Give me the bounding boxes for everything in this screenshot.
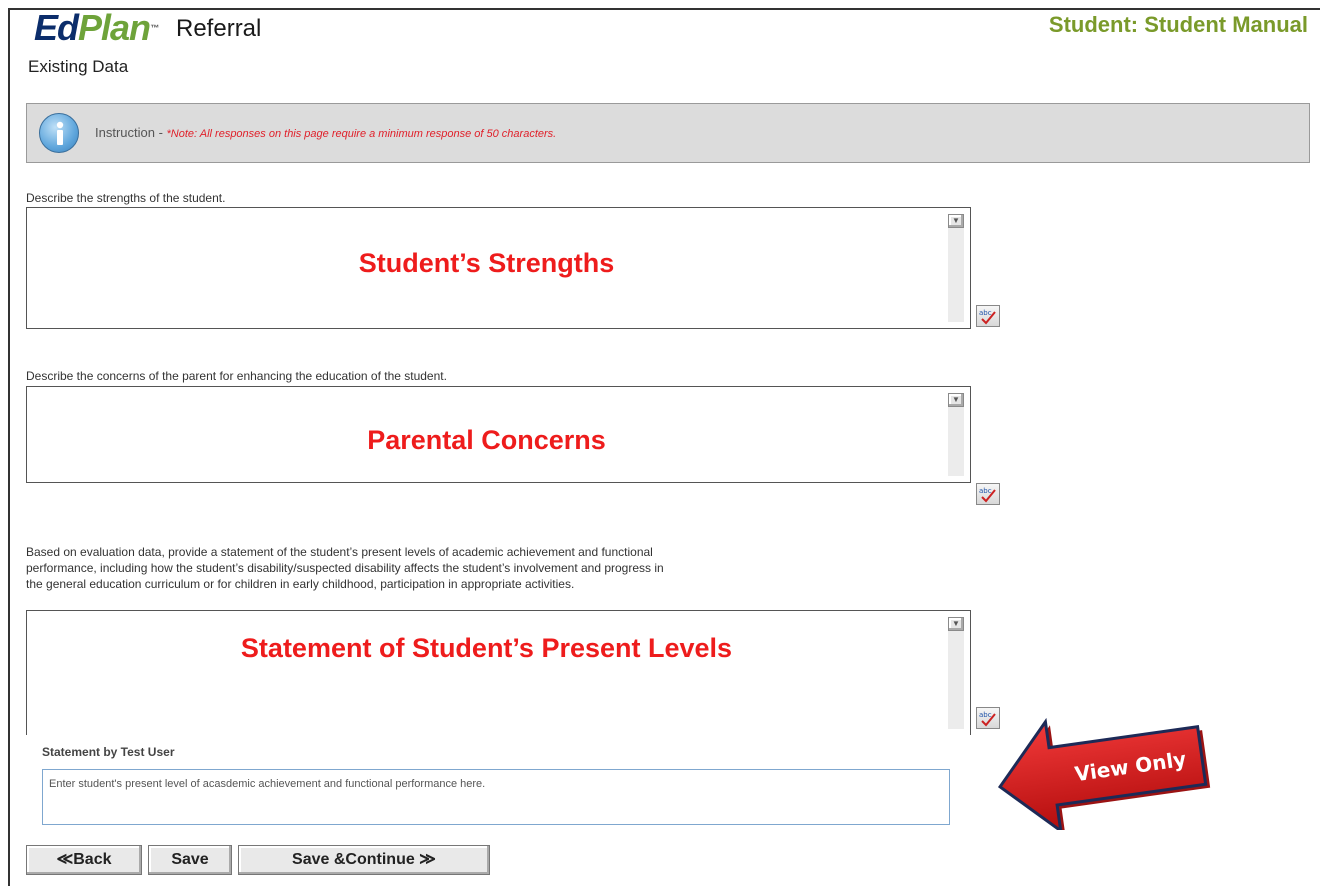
present-levels-scrollbar[interactable]: ▲ ▼ [948, 617, 964, 729]
logo-trademark: ™ [150, 23, 159, 33]
present-levels-question: Based on evaluation data, provide a stat… [26, 544, 664, 592]
spellcheck-button[interactable]: abc [976, 483, 1000, 505]
parent-concerns-textarea[interactable]: Parental Concerns ▲ ▼ [26, 386, 971, 483]
spellcheck-icon: abc [979, 487, 996, 503]
save-button[interactable]: Save [148, 845, 232, 875]
strengths-textarea[interactable]: Student’s Strengths ▲ ▼ [26, 207, 971, 329]
parent-concerns-scrollbar[interactable]: ▲ ▼ [948, 393, 964, 476]
spellcheck-button[interactable]: abc [976, 305, 1000, 327]
scroll-down-button[interactable]: ▼ [948, 617, 964, 631]
present-levels-textarea[interactable]: Statement of Student’s Present Levels ▲ … [26, 610, 971, 735]
present-levels-question-line: the general education curriculum or for … [26, 577, 575, 591]
svg-text:abc: abc [979, 309, 992, 317]
instruction-label: Instruction - [95, 125, 167, 140]
strengths-question: Describe the strengths of the student. [26, 191, 226, 205]
spellcheck-icon: abc [979, 309, 996, 325]
page-subtitle: Existing Data [28, 57, 129, 76]
instruction-text: Instruction - *Note: All responses on th… [95, 125, 556, 140]
logo-ed: Ed [34, 7, 79, 48]
strengths-scrollbar[interactable]: ▲ ▼ [948, 214, 964, 322]
present-levels-overlay-label: Statement of Student’s Present Levels [240, 633, 733, 663]
student-name-label: Student: Student Manual [1048, 12, 1308, 37]
scroll-down-button[interactable]: ▼ [948, 393, 964, 407]
scroll-down-button[interactable]: ▼ [948, 214, 964, 228]
statement-readonly-box: Enter student's present level of acasdem… [42, 769, 950, 825]
svg-text:abc: abc [979, 487, 992, 495]
statement-label: Statement by Test User [42, 745, 175, 759]
instruction-banner: Instruction - *Note: All responses on th… [26, 103, 1310, 163]
present-levels-question-line: performance, including how the student’s… [26, 561, 664, 575]
save-continue-button[interactable]: Save &Continue ≫ [238, 845, 490, 875]
parent-concerns-question: Describe the concerns of the parent for … [26, 369, 447, 383]
parent-concerns-overlay-label: Parental Concerns [367, 425, 606, 455]
info-icon [39, 113, 79, 153]
strengths-overlay-label: Student’s Strengths [358, 248, 615, 278]
present-levels-question-line: Based on evaluation data, provide a stat… [26, 545, 653, 559]
module-title: Referral [176, 15, 262, 42]
back-button[interactable]: ≪Back [26, 845, 142, 875]
edplan-logo: EdPlan™ [34, 7, 159, 48]
instruction-note: *Note: All responses on this page requir… [166, 128, 557, 140]
view-only-arrow: View Only [997, 717, 1211, 830]
logo-plan: Plan [78, 7, 151, 48]
